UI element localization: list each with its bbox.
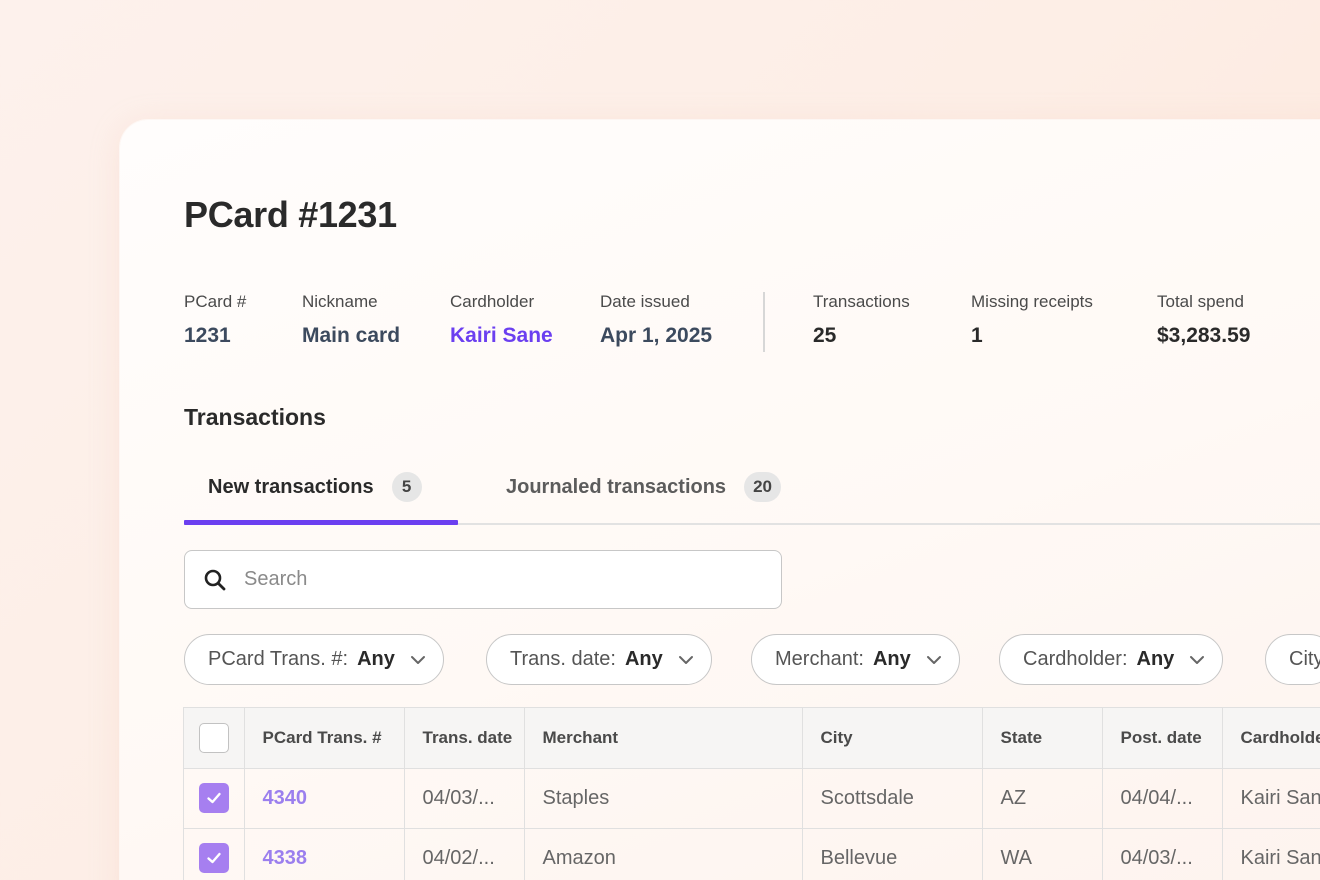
table-header-row: PCard Trans. # Trans. date Merchant City…	[184, 708, 1320, 769]
city-cell: Bellevue	[802, 828, 983, 880]
filter-pcard-trans[interactable]: PCard Trans. #: Any	[184, 634, 444, 685]
filter-label: Cardholder:	[1023, 648, 1128, 670]
filter-label: Trans. date:	[510, 648, 616, 670]
row-select-cell	[184, 828, 245, 880]
tab-new-transactions[interactable]: New transactions 5	[208, 470, 422, 504]
filter-label: City	[1289, 648, 1320, 670]
meta-pcard-number: PCard # 1231	[184, 292, 246, 348]
filter-merchant[interactable]: Merchant: Any	[751, 634, 960, 685]
meta-missing-receipts: Missing receipts 1	[971, 292, 1093, 348]
meta-value: 1	[971, 324, 983, 347]
post-date-cell: 04/04/...	[1102, 768, 1223, 829]
column-header[interactable]: Post. date	[1102, 708, 1223, 769]
merchant-cell: Staples	[524, 768, 803, 829]
column-header[interactable]: Cardholder	[1222, 708, 1320, 769]
trans-number-link[interactable]: 4340	[244, 768, 405, 829]
column-header[interactable]: State	[982, 708, 1103, 769]
meta-label: PCard #	[184, 292, 247, 311]
merchant-cell: Amazon	[524, 828, 803, 880]
meta-value: 1231	[184, 324, 231, 347]
trans-date-cell: 04/02/...	[404, 828, 525, 880]
tab-label: Journaled transactions	[506, 475, 727, 498]
checkmark-icon	[207, 852, 221, 864]
trans-date-cell: 04/03/...	[404, 768, 525, 829]
cardholder-link[interactable]: Kairi Sane	[450, 324, 553, 348]
meta-value: $3,283.59	[1157, 324, 1251, 347]
row-checkbox[interactable]	[198, 783, 229, 813]
meta-label: Cardholder	[450, 292, 535, 311]
column-header[interactable]: Trans. date	[404, 708, 525, 769]
meta-label: Missing receipts	[971, 292, 1093, 311]
meta-value: Apr 1, 2025	[600, 324, 713, 347]
row-select-cell	[184, 768, 245, 829]
city-cell: Scottsdale	[802, 768, 983, 829]
search-input[interactable]	[244, 568, 744, 591]
meta-date-issued: Date issued Apr 1, 2025	[600, 292, 712, 348]
tab-label: New transactions	[208, 475, 374, 498]
page-title: PCard #1231	[184, 194, 397, 235]
chevron-down-icon	[1188, 651, 1206, 669]
filter-cardholder[interactable]: Cardholder: Any	[999, 634, 1224, 685]
search-icon	[204, 569, 226, 591]
chevron-down-icon	[409, 651, 427, 669]
meta-label: Nickname	[302, 292, 378, 311]
filter-trans-date[interactable]: Trans. date: Any	[486, 634, 712, 685]
meta-nickname: Nickname Main card	[302, 292, 400, 348]
trans-number-link[interactable]: 4338	[244, 828, 405, 880]
state-cell: AZ	[982, 768, 1103, 829]
meta-cardholder: Cardholder Kairi Sane	[450, 292, 553, 348]
count-badge: 20	[744, 472, 781, 502]
tab-journaled-transactions[interactable]: Journaled transactions 20	[506, 470, 781, 504]
state-cell: WA	[982, 828, 1103, 880]
table-row[interactable]: 4338 04/02/... Amazon Bellevue WA 04/03/…	[184, 828, 1320, 880]
meta-value: Main card	[302, 324, 401, 347]
active-tab-indicator	[184, 520, 458, 525]
filter-value: Any	[357, 648, 395, 670]
chevron-down-icon	[677, 651, 695, 669]
count-badge: 5	[391, 472, 422, 502]
section-title: Transactions	[184, 404, 326, 430]
meta-value: 25	[813, 324, 837, 347]
meta-label: Total spend	[1157, 292, 1244, 311]
column-header[interactable]: City	[802, 708, 983, 769]
chevron-down-icon	[925, 651, 943, 669]
filter-label: Merchant:	[775, 648, 864, 670]
meta-label: Date issued	[600, 292, 690, 311]
meta-transactions: Transactions 25	[813, 292, 910, 348]
filter-label: PCard Trans. #:	[208, 648, 349, 670]
column-header[interactable]: PCard Trans. #	[244, 708, 405, 769]
transactions-table: PCard Trans. # Trans. date Merchant City…	[183, 707, 1320, 880]
cardholder-cell: Kairi Sane	[1222, 828, 1320, 880]
row-checkbox[interactable]	[198, 843, 229, 873]
filter-city[interactable]: City	[1265, 634, 1320, 685]
filter-value: Any	[1136, 648, 1175, 670]
column-header[interactable]: Merchant	[524, 708, 803, 769]
filter-value: Any	[624, 648, 663, 670]
post-date-cell: 04/03/...	[1102, 828, 1223, 880]
search-box[interactable]	[184, 550, 782, 609]
meta-total-spend: Total spend $3,283.59	[1157, 292, 1250, 348]
cardholder-cell: Kairi Sane	[1222, 768, 1320, 829]
meta-divider	[763, 292, 765, 352]
table-row[interactable]: 4340 04/03/... Staples Scottsdale AZ 04/…	[184, 768, 1320, 829]
checkmark-icon	[207, 792, 221, 804]
filter-value: Any	[872, 648, 911, 670]
select-all-checkbox[interactable]	[198, 722, 229, 753]
select-all-cell	[184, 708, 245, 769]
meta-label: Transactions	[813, 292, 910, 311]
